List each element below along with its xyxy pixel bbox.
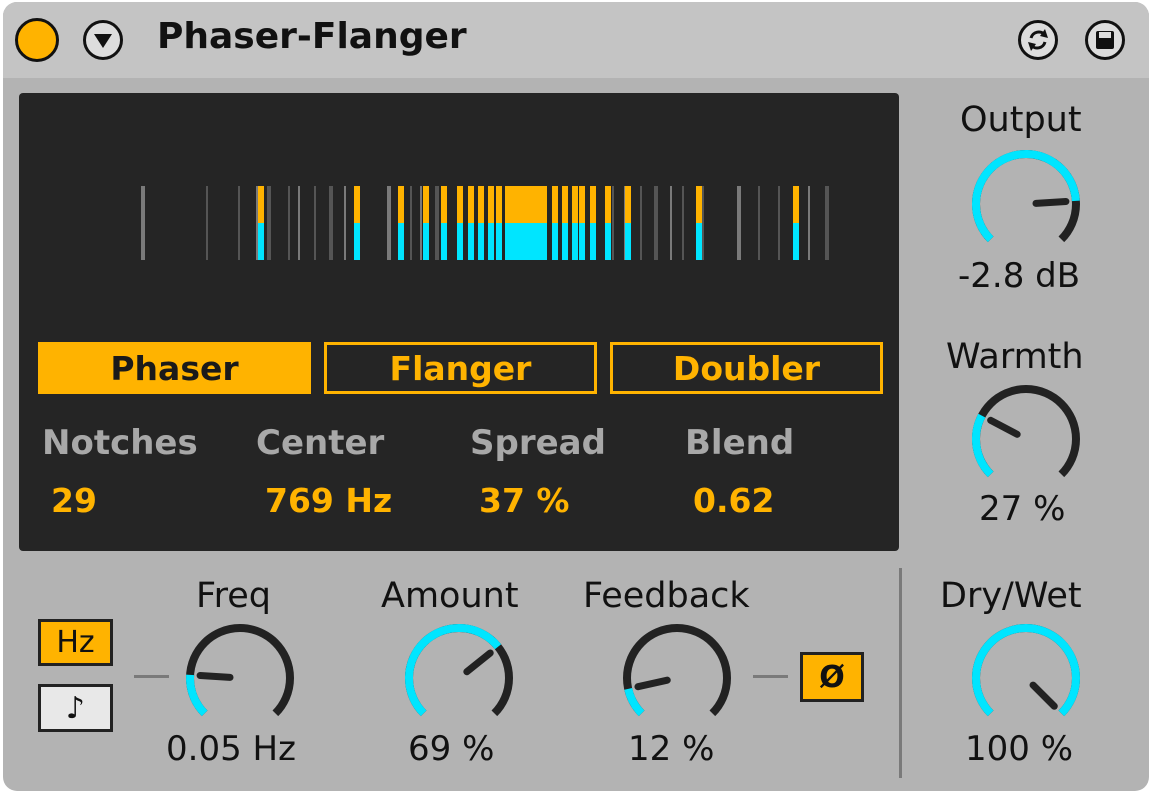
blend-value[interactable]: 0.62	[693, 481, 774, 520]
notch-block-cyan	[505, 223, 547, 260]
drywet-knob[interactable]	[962, 614, 1090, 742]
notch-visualizer	[141, 186, 829, 260]
note-icon: ♪	[65, 690, 86, 726]
drywet-value: 100 %	[965, 729, 1074, 769]
knob-pointer	[987, 416, 1021, 438]
section-divider	[899, 568, 902, 778]
feedback-label: Feedback	[583, 576, 750, 616]
drywet-label: Dry/Wet	[940, 576, 1082, 616]
knob-pointer	[634, 676, 671, 691]
title-bar: Phaser-Flanger	[3, 2, 1149, 78]
notch-block-amber	[505, 186, 547, 223]
amount-label: Amount	[381, 576, 519, 616]
display-screen: Phaser Flanger Doubler Notches Center Sp…	[19, 93, 899, 551]
warmth-knob[interactable]	[962, 375, 1090, 503]
blend-label: Blend	[685, 423, 795, 463]
feedback-value: 12 %	[628, 729, 715, 769]
spread-label: Spread	[470, 423, 606, 463]
mode-button-doubler[interactable]: Doubler	[610, 342, 883, 394]
knob-pointer	[1029, 681, 1058, 710]
sync-mode-button[interactable]: ♪	[38, 684, 113, 732]
hot-swap-icon	[1028, 29, 1048, 51]
freq-value: 0.05 Hz	[166, 729, 296, 769]
device-panel: Phaser-Flanger Phaser Flanger Doubler No…	[3, 2, 1149, 791]
output-knob[interactable]	[962, 140, 1090, 268]
freq-label: Freq	[196, 576, 271, 616]
knob-pointer	[463, 649, 494, 676]
chevron-down-icon	[94, 34, 112, 48]
warmth-value: 27 %	[979, 489, 1066, 529]
amount-value: 69 %	[408, 729, 495, 769]
hz-mode-button[interactable]: Hz	[38, 619, 113, 666]
save-preset-button[interactable]	[1085, 20, 1125, 60]
mode-button-flanger[interactable]: Flanger	[324, 342, 597, 394]
feedback-knob[interactable]	[613, 614, 741, 742]
device-on-toggle[interactable]	[15, 18, 59, 62]
center-value[interactable]: 769 Hz	[265, 481, 392, 520]
output-value: -2.8 dB	[958, 256, 1081, 296]
save-icon	[1096, 31, 1114, 49]
phase-connector-line	[753, 675, 788, 678]
knob-pointer	[196, 671, 234, 681]
notches-label: Notches	[42, 423, 198, 463]
center-label: Center	[256, 423, 385, 463]
freq-knob[interactable]	[176, 614, 304, 742]
mode-button-phaser[interactable]: Phaser	[38, 342, 311, 394]
warmth-label: Warmth	[946, 337, 1084, 377]
output-label: Output	[960, 100, 1082, 140]
knob-pointer	[1032, 197, 1070, 207]
spread-value[interactable]: 37 %	[479, 481, 569, 520]
phase-invert-button[interactable]: Ø	[800, 652, 864, 702]
device-title: Phaser-Flanger	[157, 16, 467, 57]
amount-knob[interactable]	[395, 614, 523, 742]
notches-value[interactable]: 29	[51, 481, 97, 520]
freq-connector-line	[134, 675, 169, 678]
collapse-button[interactable]	[83, 20, 123, 60]
hot-swap-button[interactable]	[1018, 20, 1058, 60]
